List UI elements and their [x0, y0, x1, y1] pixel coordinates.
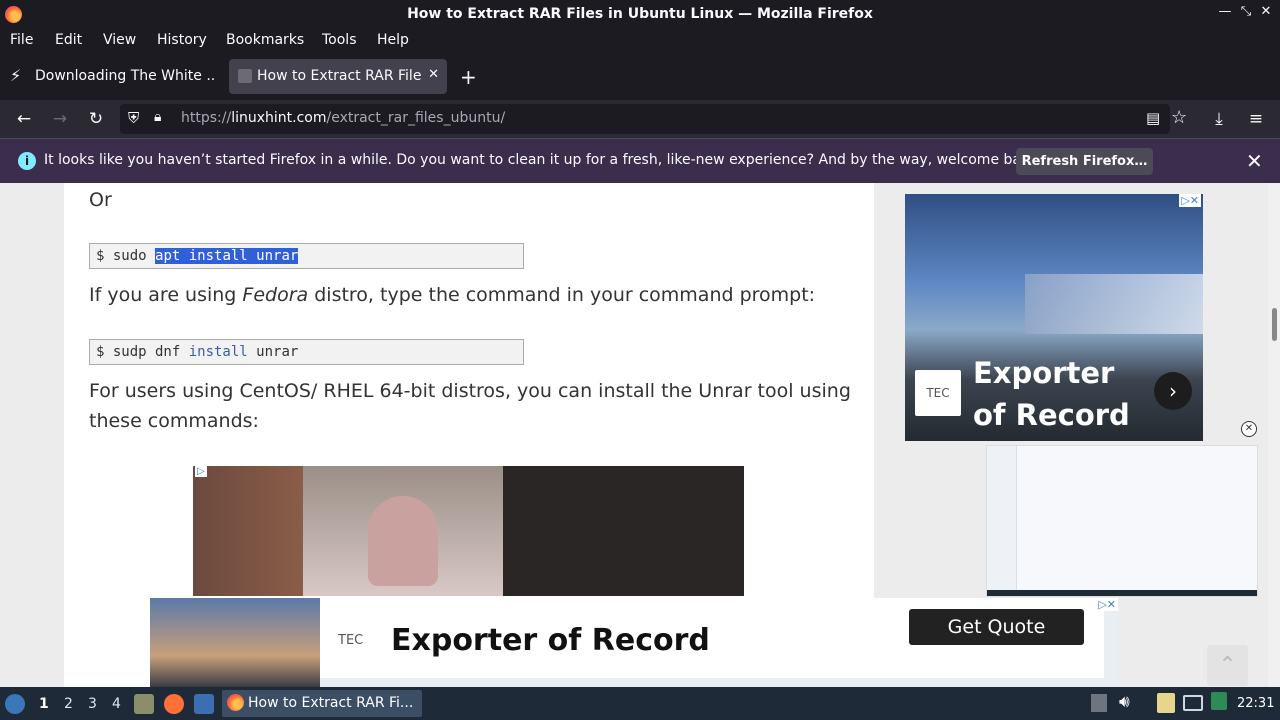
- maximize-button[interactable]: ⤡: [1237, 4, 1255, 19]
- selected-text: apt install unrar: [155, 248, 299, 264]
- tec-logo: TEC: [915, 370, 961, 416]
- menu-view[interactable]: View: [103, 32, 136, 48]
- get-quote-button[interactable]: Get Quote: [909, 609, 1084, 645]
- menu-history[interactable]: History: [157, 32, 207, 48]
- video-frame-figure: [368, 496, 438, 586]
- tec-logo: TEC: [338, 633, 364, 648]
- screenshot-thumbnail[interactable]: [986, 445, 1258, 597]
- window-titlebar: How to Extract RAR Files in Ubuntu Linux…: [0, 0, 1280, 29]
- close-overlay-icon[interactable]: ✕: [1241, 421, 1257, 437]
- lightning-icon: ⚡︎: [10, 66, 22, 85]
- truck-graphic: [1025, 274, 1203, 334]
- firefox-launcher-icon[interactable]: [164, 694, 184, 714]
- side-ad-headline: Exporter of Record: [973, 356, 1130, 432]
- bottom-ad-headline: Exporter of Record: [391, 623, 710, 658]
- video-ad[interactable]: ▷: [193, 466, 744, 596]
- workspace-4[interactable]: 4: [112, 696, 121, 712]
- close-notification-icon[interactable]: ✕: [1246, 149, 1263, 173]
- reload-button[interactable]: ↻: [85, 108, 107, 130]
- bottom-advertisement[interactable]: TEC Exporter of Record Get Quote ▷✕: [150, 598, 1118, 687]
- paragraph-centos-line1: For users using CentOS/ RHEL 64-bit dist…: [89, 380, 851, 402]
- side-advertisement[interactable]: TEC Exporter of Record › ▷✕: [905, 194, 1203, 441]
- adchoices-icon[interactable]: ▷: [195, 466, 207, 477]
- scroll-to-top-button[interactable]: ⌃: [1207, 645, 1248, 686]
- navigation-toolbar: ← → ↻ ⛨ 🔒︎ https://linuxhint.com/extract…: [0, 100, 1280, 138]
- taskbar: 1 2 3 4 How to Extract RAR Fi... 🔊︎ 22:3…: [0, 687, 1280, 720]
- workspace-1[interactable]: 1: [39, 696, 49, 712]
- terminal-icon[interactable]: [194, 694, 214, 714]
- close-window-button[interactable]: ✕: [1257, 4, 1275, 19]
- tab-extract-rar[interactable]: How to Extract RAR Files ✕: [229, 59, 447, 94]
- updates-icon[interactable]: [1211, 692, 1227, 710]
- adchoices-close-icon[interactable]: ▷✕: [1179, 194, 1201, 207]
- hamburger-menu-icon[interactable]: ≡: [1245, 108, 1267, 130]
- video-frame-bricks: [193, 466, 303, 596]
- adchoices-close-icon[interactable]: ▷✕: [1096, 598, 1118, 611]
- code-block-apt[interactable]: $ sudo apt install unrar: [89, 243, 524, 269]
- menu-file[interactable]: File: [10, 32, 33, 48]
- tab-downloading[interactable]: ⚡︎ Downloading The White ...: [4, 59, 224, 94]
- workspace-2[interactable]: 2: [64, 696, 73, 712]
- back-button[interactable]: ←: [13, 108, 35, 130]
- tab-bar: ⚡︎ Downloading The White ... How to Extr…: [0, 53, 1280, 100]
- bottom-ad-panel: TEC Exporter of Record Get Quote: [320, 598, 1104, 678]
- page-scrollbar[interactable]: [1268, 183, 1280, 687]
- menu-bookmarks[interactable]: Bookmarks: [226, 32, 304, 48]
- web-page: Or $ sudo apt install unrar If you are u…: [0, 183, 1268, 687]
- reader-view-icon[interactable]: ▤: [1146, 109, 1160, 127]
- paragraph-centos-line2: these commands:: [89, 410, 259, 432]
- taskbar-window-label: How to Extract RAR Fi...: [248, 695, 414, 711]
- paragraph-or: Or: [89, 189, 112, 211]
- clock: 22:31: [1237, 696, 1275, 711]
- start-menu-icon[interactable]: [5, 694, 25, 714]
- taskbar-window-firefox[interactable]: How to Extract RAR Fi...: [222, 690, 422, 717]
- shield-icon[interactable]: ⛨: [128, 109, 139, 127]
- tab-label: How to Extract RAR Files: [257, 68, 421, 84]
- firefox-icon: [227, 694, 244, 711]
- paragraph-fedora: If you are using Fedora distro, type the…: [89, 284, 816, 306]
- code-block-dnf[interactable]: $ sudp dnf install unrar: [89, 339, 524, 365]
- clipboard-icon[interactable]: [1157, 693, 1175, 713]
- site-favicon-icon: [238, 69, 252, 83]
- chevron-right-icon[interactable]: ›: [1154, 372, 1192, 410]
- menu-help[interactable]: Help: [377, 32, 409, 48]
- volume-icon[interactable]: 🔊︎: [1119, 692, 1130, 712]
- lock-icon[interactable]: 🔒︎: [154, 109, 161, 125]
- airplane-graphic: [150, 598, 320, 687]
- info-icon: i: [18, 152, 36, 170]
- bookmark-star-icon[interactable]: ☆: [1171, 107, 1187, 128]
- downloads-icon[interactable]: ⤓: [1208, 108, 1230, 130]
- refresh-firefox-button[interactable]: Refresh Firefox…: [1016, 148, 1153, 175]
- menu-tools[interactable]: Tools: [322, 32, 357, 48]
- notification-bar: i It looks like you haven’t started Fire…: [0, 138, 1280, 183]
- tab-label: Downloading The White ...: [35, 68, 215, 84]
- window-title: How to Extract RAR Files in Ubuntu Linux…: [407, 6, 873, 22]
- new-tab-button[interactable]: +: [460, 65, 477, 89]
- scrollbar-thumb[interactable]: [1272, 308, 1277, 341]
- forward-button[interactable]: →: [49, 108, 71, 130]
- tray-network-icon[interactable]: [1091, 694, 1107, 712]
- close-tab-icon[interactable]: ✕: [428, 67, 439, 82]
- url-bar[interactable]: ⛨ 🔒︎ https://linuxhint.com/extract_rar_f…: [120, 104, 1187, 134]
- notification-text: It looks like you haven’t started Firefo…: [44, 152, 1043, 168]
- thumbnail-taskbar: [987, 590, 1257, 596]
- url-text[interactable]: https://linuxhint.com/extract_rar_files_…: [181, 110, 505, 126]
- thumbnail-sidebar: [987, 446, 1017, 596]
- workspace-3[interactable]: 3: [88, 696, 97, 712]
- display-icon[interactable]: [1183, 695, 1203, 711]
- minimize-button[interactable]: —: [1216, 4, 1234, 19]
- menu-bar: File Edit View History Bookmarks Tools H…: [0, 29, 1280, 53]
- menu-edit[interactable]: Edit: [55, 32, 82, 48]
- file-manager-icon[interactable]: [134, 694, 154, 714]
